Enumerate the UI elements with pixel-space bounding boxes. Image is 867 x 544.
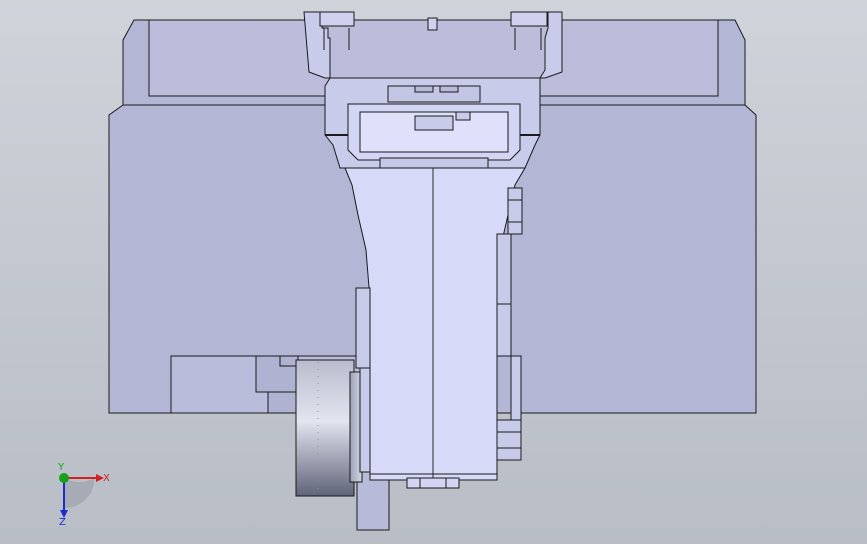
roller-cylinder[interactable] [295,359,363,497]
z-axis-label: Z [59,517,66,528]
cad-viewport[interactable]: X Y Z [0,0,867,544]
axis-triad[interactable]: X Y Z [57,462,110,528]
y-axis-icon [59,473,69,483]
triad-shadow-icon [64,478,94,509]
y-axis-label: Y [57,462,65,473]
x-axis-label: X [103,473,110,484]
